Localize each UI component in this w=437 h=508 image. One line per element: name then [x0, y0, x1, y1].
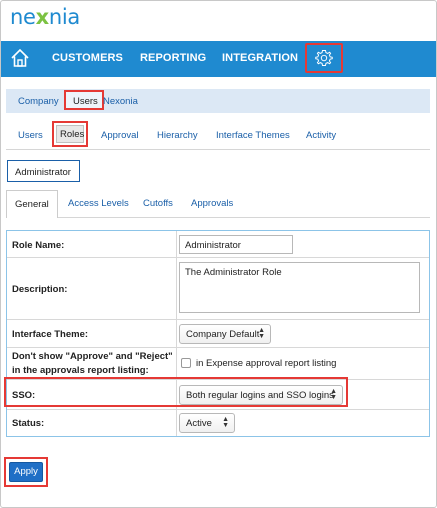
approve-reject-label-line2: in the approvals report listing: — [12, 365, 149, 376]
row-divider — [176, 348, 177, 379]
row-divider — [176, 258, 177, 319]
tab-roles[interactable]: Roles — [52, 121, 88, 147]
gear-icon — [315, 50, 333, 66]
status-select[interactable]: Active ▲ ▼ — [179, 413, 235, 433]
role-name-input[interactable]: Administrator — [179, 235, 293, 254]
settings-button[interactable] — [305, 43, 343, 73]
apply-highlight: Apply — [4, 457, 48, 487]
tabs-divider — [6, 149, 430, 150]
tab-hierarchy[interactable]: Hierarchy — [157, 130, 198, 141]
role-name-label: Role Name: — [12, 240, 65, 251]
row-approve-reject: Don't show "Approve" and "Reject" in the… — [7, 348, 429, 380]
subnav-users-label: Users — [73, 96, 98, 107]
detail-tab-general[interactable]: General — [6, 190, 58, 218]
tab-approval[interactable]: Approval — [101, 130, 139, 141]
role-administrator-button[interactable]: Administrator — [7, 160, 80, 182]
interface-theme-value: Company Default — [186, 329, 260, 340]
status-value: Active — [186, 418, 212, 429]
sub-navbar: Company Users Nexonia — [6, 89, 430, 113]
subnav-company[interactable]: Company — [18, 96, 59, 107]
nexonia-logo: nexnia — [10, 5, 81, 29]
tab-roles-inner: Roles — [56, 125, 84, 143]
subnav-users[interactable]: Users — [64, 90, 104, 110]
row-description: Description: The Administrator Role — [7, 258, 429, 320]
interface-theme-label: Interface Theme: — [12, 329, 89, 340]
interface-theme-select[interactable]: Company Default ▲ ▼ — [179, 324, 271, 344]
description-label: Description: — [12, 284, 68, 295]
detail-tab-general-label: General — [15, 199, 49, 210]
nav-integration[interactable]: INTEGRATION — [222, 52, 298, 64]
tab-activity[interactable]: Activity — [306, 130, 336, 141]
detail-tabs-divider — [58, 217, 430, 218]
tab-roles-label: Roles — [60, 129, 85, 140]
detail-tab-access-levels[interactable]: Access Levels — [68, 198, 129, 209]
subnav-nexonia[interactable]: Nexonia — [103, 96, 138, 107]
apply-button[interactable]: Apply — [9, 462, 43, 482]
tab-users[interactable]: Users — [18, 130, 43, 141]
description-textarea[interactable]: The Administrator Role — [179, 262, 420, 313]
role-administrator-label: Administrator — [15, 167, 71, 178]
row-divider — [176, 410, 177, 436]
approve-reject-checkbox-label: in Expense approval report listing — [196, 358, 337, 369]
tab-interface-themes[interactable]: Interface Themes — [216, 130, 290, 141]
select-arrows-icon: ▲ ▼ — [258, 327, 265, 340]
nav-customers[interactable]: CUSTOMERS — [52, 52, 123, 64]
approve-reject-checkbox[interactable] — [181, 358, 191, 368]
row-status: Status: Active ▲ ▼ — [7, 410, 429, 436]
home-icon[interactable] — [9, 47, 31, 69]
approve-reject-label-line1: Don't show "Approve" and "Reject" — [12, 351, 173, 362]
select-arrows-icon: ▲ ▼ — [222, 416, 229, 429]
main-navbar: CUSTOMERS REPORTING INTEGRATION — [1, 41, 436, 77]
row-divider — [176, 231, 177, 257]
row-role-name: Role Name: Administrator — [7, 231, 429, 258]
status-label: Status: — [12, 418, 45, 429]
nav-reporting[interactable]: REPORTING — [140, 52, 206, 64]
detail-tab-approvals[interactable]: Approvals — [191, 198, 233, 209]
row-divider — [176, 320, 177, 347]
row-interface-theme: Interface Theme: Company Default ▲ ▼ — [7, 320, 429, 348]
sso-highlight — [4, 377, 348, 407]
detail-tab-cutoffs[interactable]: Cutoffs — [143, 198, 173, 209]
